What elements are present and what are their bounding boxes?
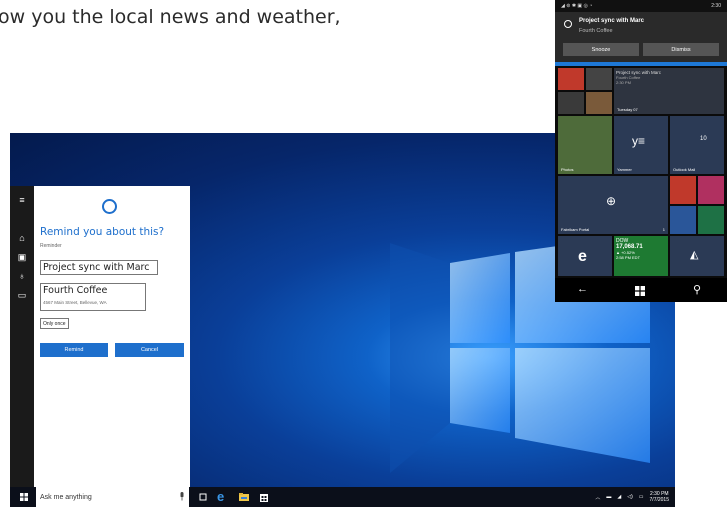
start-button[interactable] (14, 487, 34, 507)
feedback-icon[interactable]: ▭ (16, 289, 28, 301)
windows-start-icon (20, 493, 28, 501)
file-explorer-icon[interactable] (238, 491, 250, 503)
chevron-up-icon[interactable]: ︿ (595, 494, 600, 501)
tile-photos[interactable]: Photos (558, 116, 612, 174)
dismiss-button[interactable]: Dismiss (643, 43, 719, 56)
edge-browser-icon: e (578, 248, 587, 265)
tile-onenote[interactable] (698, 176, 724, 204)
calendar-day: Tuesday 07 (617, 107, 638, 112)
phone-screen: ◢ ⊚ ✱ ▣ ◎ ◔ 2:30 Project sync with Marc … (555, 0, 727, 302)
store-icon[interactable] (258, 491, 270, 503)
notebook-icon[interactable]: ▣ (16, 251, 28, 263)
tile-word[interactable] (670, 206, 696, 234)
tile-powerpoint[interactable] (670, 176, 696, 204)
cortana-icon (102, 199, 117, 214)
hamburger-menu-icon[interactable]: ≡ (16, 194, 28, 206)
tile-dynamics[interactable]: ◭ (670, 236, 724, 276)
headline-text: ow you the local news and weather, (0, 6, 341, 28)
taskbar: Ask me anything e ︿ ▬ ◢ ◁) ▭ 2:30 PM 7/7… (10, 487, 675, 507)
windows-start-icon[interactable] (635, 286, 645, 296)
tile-fabrikam-portal[interactable]: ⊕ Fabrikam Portal 1 (558, 176, 668, 234)
place-field[interactable]: Fourth Coffee 4567 Main Street, Bellevue… (40, 283, 146, 311)
place-name: Fourth Coffee (43, 285, 108, 296)
dynamics-icon: ◭ (690, 249, 699, 261)
volume-icon[interactable]: ◁) (627, 494, 633, 500)
reminder-label: Reminder (40, 243, 62, 249)
tile-calendar[interactable]: Project sync with Marc Fourth Coffee 2:3… (614, 68, 724, 114)
snooze-button[interactable]: Snooze (563, 43, 639, 56)
cortana-panel: Remind you about this? Reminder Project … (34, 186, 190, 487)
fabrikam-label: Fabrikam Portal (561, 227, 590, 232)
search-placeholder: Ask me anything (40, 493, 92, 501)
cortana-rail: ≡ ⌂ ▣ ♁ ▭ (10, 186, 34, 487)
notification-title: Project sync with Marc (579, 18, 645, 24)
reminders-icon[interactable]: ♁ (16, 270, 28, 282)
tile-app-red[interactable] (558, 68, 584, 90)
tile-outlook-mail[interactable]: 10 Outlook Mail (670, 116, 724, 174)
globe-icon: ⊕ (606, 194, 617, 208)
battery-icon[interactable]: ▬ (606, 494, 611, 500)
system-tray: ︿ ▬ ◢ ◁) ▭ 2:30 PM 7/7/2015 (595, 487, 675, 507)
edge-browser-icon[interactable]: e (217, 490, 229, 503)
network-icon[interactable]: ◢ (617, 494, 621, 500)
calendar-time: 2:30 PM (616, 80, 631, 85)
tile-store[interactable] (558, 92, 584, 114)
outlook-label: Outlook Mail (673, 167, 696, 172)
back-arrow-icon[interactable]: ← (577, 283, 588, 295)
photos-label: Photos (561, 167, 574, 172)
fabrikam-count: 1 (662, 227, 665, 232)
phone-nav-bar: ← ⚲ (555, 278, 727, 302)
dow-time: 2:58 PM EDT (616, 255, 641, 260)
place-address: 4567 Main Street, Bellevue, WA (43, 300, 107, 305)
phone-status-time: 2:30 (711, 3, 721, 9)
cortana-icon (564, 20, 572, 28)
remind-button[interactable]: Remind (40, 343, 108, 357)
action-center-icon[interactable]: ▭ (639, 494, 644, 500)
tile-edge[interactable]: e (558, 236, 612, 276)
notification-subtitle: Fourth Coffee (579, 28, 613, 34)
clock[interactable]: 2:30 PM 7/7/2015 (650, 491, 669, 503)
signal-icons: ◢ ⊚ ✱ ▣ ◎ ◔ (561, 3, 593, 9)
phone-notification[interactable]: Project sync with Marc Fourth Coffee Sno… (555, 12, 727, 62)
repeat-dropdown[interactable]: Only once (40, 318, 69, 329)
outlook-count: 10 (700, 136, 707, 142)
task-view-icon[interactable] (197, 491, 209, 503)
yammer-label: Yammer (617, 167, 632, 172)
tile-excel[interactable] (698, 206, 724, 234)
yammer-icon: y≡ (632, 134, 646, 148)
search-box[interactable]: Ask me anything (36, 487, 189, 507)
reminder-input[interactable]: Project sync with Marc (40, 260, 158, 275)
home-icon[interactable]: ⌂ (16, 232, 28, 244)
search-icon[interactable]: ⚲ (693, 283, 701, 296)
phone-start-screen: Project sync with Marc Fourth Coffee 2:3… (555, 66, 727, 278)
tile-people[interactable] (586, 92, 612, 114)
cancel-button[interactable]: Cancel (115, 343, 184, 357)
tile-money[interactable]: DOW 17,068.71 ▲ +0.52% 2:58 PM EDT (614, 236, 668, 276)
clock-date: 7/7/2015 (649, 497, 669, 503)
tile-yammer[interactable]: y≡ Yammer (614, 116, 668, 174)
microphone-icon[interactable] (179, 492, 185, 501)
phone-status-bar: ◢ ⊚ ✱ ▣ ◎ ◔ 2:30 (555, 0, 727, 12)
reminder-title: Remind you about this? (40, 226, 165, 238)
tile-camera[interactable] (586, 68, 612, 90)
